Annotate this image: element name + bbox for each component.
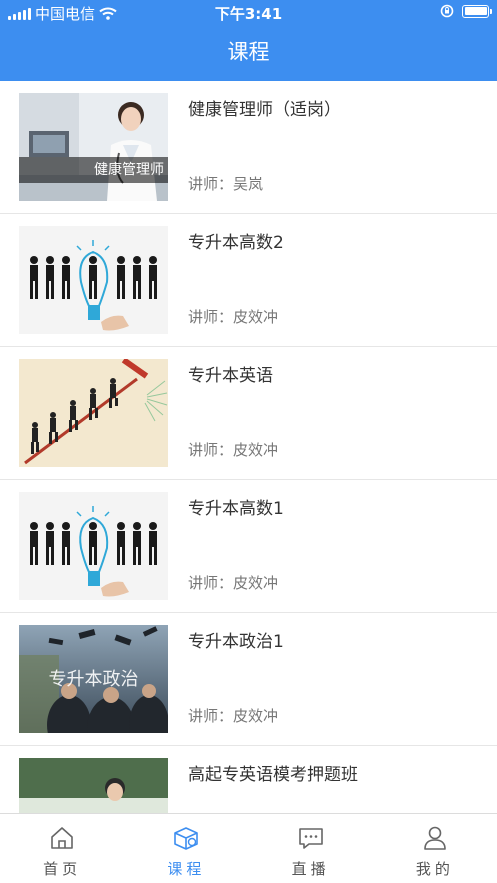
status-time: 下午3:41 [214, 5, 283, 23]
course-list[interactable]: 健康管理师 健康管理师（适岗） 讲师：吴岚 专升本高数2 讲师：皮效冲 专升本英… [0, 81, 497, 813]
course-thumbnail [19, 359, 168, 467]
course-thumbnail [19, 226, 168, 334]
course-teacher: 讲师：吴岚 [188, 175, 264, 193]
course-title: 健康管理师（适岗） [188, 100, 341, 120]
rotation-lock-icon [440, 4, 454, 18]
course-title: 专升本政治1 [188, 632, 284, 652]
tab-mine[interactable]: 我的 [373, 814, 497, 883]
course-item[interactable]: 健康管理师 健康管理师（适岗） 讲师：吴岚 [0, 81, 497, 214]
course-thumbnail: 健康管理师 [19, 93, 168, 201]
course-title: 专升本英语 [188, 366, 273, 386]
status-bar: 中国电信 下午3:41 [0, 0, 497, 24]
course-thumbnail: 专升本政治 [19, 625, 168, 733]
course-item[interactable]: 高起专英语模考押题班 [0, 746, 497, 813]
course-teacher: 讲师：皮效冲 [188, 308, 279, 326]
home-icon [51, 827, 73, 849]
course-title: 专升本高数2 [188, 233, 284, 253]
thumbnail-caption: 专升本政治 [48, 669, 139, 690]
user-icon [424, 826, 446, 850]
course-teacher: 讲师：皮效冲 [188, 574, 279, 592]
course-teacher: 讲师：皮效冲 [188, 707, 279, 725]
tab-live[interactable]: 直播 [249, 814, 373, 883]
course-title: 专升本高数1 [188, 499, 284, 519]
tab-label: 课程 [167, 860, 206, 878]
tab-course[interactable]: 课程 [124, 814, 248, 883]
tab-label: 直播 [291, 860, 330, 878]
course-item[interactable]: 专升本高数2 讲师：皮效冲 [0, 214, 497, 347]
live-chat-icon [298, 828, 323, 849]
course-item[interactable]: 专升本英语 讲师：皮效冲 [0, 347, 497, 480]
tab-bar: 首页 课程 直播 我的 [0, 813, 497, 883]
course-item[interactable]: 专升本高数1 讲师：皮效冲 [0, 480, 497, 613]
course-item[interactable]: 专升本政治 专升本政治1 讲师：皮效冲 [0, 613, 497, 746]
course-thumbnail [19, 758, 168, 813]
battery-icon [462, 4, 492, 18]
tab-label: 首页 [43, 860, 82, 878]
thumbnail-caption: 健康管理师 [19, 157, 168, 183]
course-teacher: 讲师：皮效冲 [188, 441, 279, 459]
tab-label: 我的 [415, 860, 454, 878]
top-bar: 中国电信 下午3:41 课程 [0, 0, 497, 81]
page-title: 课程 [227, 40, 270, 64]
tab-home[interactable]: 首页 [0, 814, 124, 883]
course-title: 高起专英语模考押题班 [188, 765, 358, 785]
app: 中国电信 下午3:41 课程 健康管理师 健康管理师（适岗） 讲师：吴岚 专升本… [0, 0, 497, 883]
course-thumbnail [19, 492, 168, 600]
course-box-icon [174, 827, 199, 850]
